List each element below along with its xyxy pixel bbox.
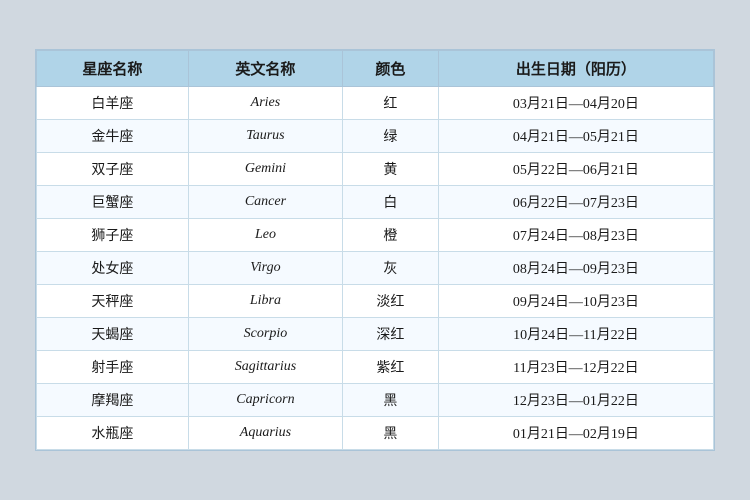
cell-r7-c1: Scorpio [188,318,342,351]
cell-r10-c1: Aquarius [188,417,342,450]
table-row: 狮子座Leo橙07月24日—08月23日 [37,219,714,252]
table-row: 处女座Virgo灰08月24日—09月23日 [37,252,714,285]
table-row: 天蝎座Scorpio深红10月24日—11月22日 [37,318,714,351]
cell-r8-c3: 11月23日—12月22日 [438,351,713,384]
cell-r3-c3: 06月22日—07月23日 [438,186,713,219]
cell-r4-c0: 狮子座 [37,219,189,252]
table-header-row: 星座名称 英文名称 颜色 出生日期（阳历） [37,51,714,87]
cell-r3-c2: 白 [343,186,439,219]
cell-r1-c3: 04月21日—05月21日 [438,120,713,153]
table-row: 射手座Sagittarius紫红11月23日—12月22日 [37,351,714,384]
table-row: 巨蟹座Cancer白06月22日—07月23日 [37,186,714,219]
cell-r5-c0: 处女座 [37,252,189,285]
cell-r9-c1: Capricorn [188,384,342,417]
cell-r9-c3: 12月23日—01月22日 [438,384,713,417]
cell-r6-c1: Libra [188,285,342,318]
cell-r7-c0: 天蝎座 [37,318,189,351]
cell-r6-c2: 淡红 [343,285,439,318]
cell-r8-c2: 紫红 [343,351,439,384]
cell-r3-c1: Cancer [188,186,342,219]
cell-r0-c1: Aries [188,87,342,120]
cell-r4-c3: 07月24日—08月23日 [438,219,713,252]
zodiac-table-wrapper: 星座名称 英文名称 颜色 出生日期（阳历） 白羊座Aries红03月21日—04… [35,49,715,451]
cell-r6-c0: 天秤座 [37,285,189,318]
cell-r2-c1: Gemini [188,153,342,186]
cell-r4-c2: 橙 [343,219,439,252]
cell-r3-c0: 巨蟹座 [37,186,189,219]
cell-r0-c3: 03月21日—04月20日 [438,87,713,120]
cell-r8-c0: 射手座 [37,351,189,384]
cell-r5-c2: 灰 [343,252,439,285]
cell-r9-c2: 黑 [343,384,439,417]
cell-r0-c2: 红 [343,87,439,120]
cell-r1-c0: 金牛座 [37,120,189,153]
cell-r0-c0: 白羊座 [37,87,189,120]
header-birthdate: 出生日期（阳历） [438,51,713,87]
table-row: 金牛座Taurus绿04月21日—05月21日 [37,120,714,153]
cell-r10-c3: 01月21日—02月19日 [438,417,713,450]
cell-r5-c1: Virgo [188,252,342,285]
header-chinese-name: 星座名称 [37,51,189,87]
header-color: 颜色 [343,51,439,87]
table-row: 天秤座Libra淡红09月24日—10月23日 [37,285,714,318]
cell-r2-c3: 05月22日—06月21日 [438,153,713,186]
cell-r6-c3: 09月24日—10月23日 [438,285,713,318]
cell-r7-c3: 10月24日—11月22日 [438,318,713,351]
table-body: 白羊座Aries红03月21日—04月20日金牛座Taurus绿04月21日—0… [37,87,714,450]
table-row: 摩羯座Capricorn黑12月23日—01月22日 [37,384,714,417]
cell-r2-c0: 双子座 [37,153,189,186]
table-row: 双子座Gemini黄05月22日—06月21日 [37,153,714,186]
header-english-name: 英文名称 [188,51,342,87]
cell-r1-c2: 绿 [343,120,439,153]
cell-r10-c2: 黑 [343,417,439,450]
cell-r4-c1: Leo [188,219,342,252]
cell-r2-c2: 黄 [343,153,439,186]
table-row: 白羊座Aries红03月21日—04月20日 [37,87,714,120]
cell-r9-c0: 摩羯座 [37,384,189,417]
cell-r7-c2: 深红 [343,318,439,351]
cell-r5-c3: 08月24日—09月23日 [438,252,713,285]
cell-r1-c1: Taurus [188,120,342,153]
table-row: 水瓶座Aquarius黑01月21日—02月19日 [37,417,714,450]
cell-r10-c0: 水瓶座 [37,417,189,450]
cell-r8-c1: Sagittarius [188,351,342,384]
zodiac-table: 星座名称 英文名称 颜色 出生日期（阳历） 白羊座Aries红03月21日—04… [36,50,714,450]
